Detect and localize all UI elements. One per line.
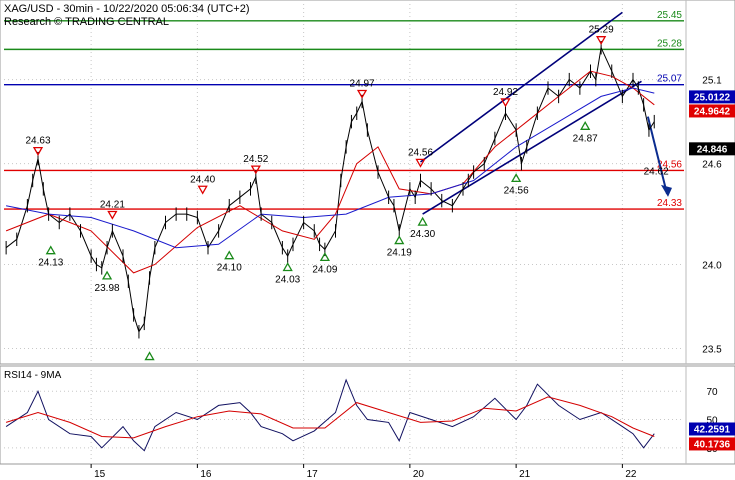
price-tag-2: 24.846 (697, 144, 728, 155)
level-label-4: 24.33 (657, 198, 682, 209)
chart-subtitle: Research © TRADING CENTRAL (4, 16, 169, 28)
rsi-tag-1: 40.1736 (694, 439, 731, 450)
rsi-tag-0: 42.2591 (694, 424, 731, 435)
background (0, 0, 735, 480)
level-label-1: 25.28 (657, 38, 682, 49)
peak-label-5: 24.56 (408, 147, 433, 158)
level-label-0: 25.45 (657, 10, 682, 21)
peak-label-3: 24.52 (243, 154, 268, 165)
trough-label-2: 24.10 (217, 263, 242, 274)
x-tick-label-5: 22 (625, 469, 637, 480)
peak-label-2: 24.40 (190, 174, 215, 185)
trough-label-0: 24.13 (38, 258, 63, 269)
x-tick-label-0: 15 (94, 469, 106, 480)
peak-label-4: 24.97 (350, 78, 375, 89)
peak-label-1: 24.21 (100, 199, 125, 210)
x-tick-label-2: 17 (307, 469, 319, 480)
trough-label-6: 24.19 (387, 248, 412, 259)
level-label-2: 25.07 (657, 74, 682, 85)
x-tick-label-1: 16 (200, 469, 212, 480)
price-tick-1: 24.0 (702, 261, 722, 272)
chart-canvas: 25.45 25.28 25.07 24.56 24.33 24.62 24.63 24.… (0, 0, 735, 480)
trough-label-1: 23.98 (95, 283, 120, 294)
x-tick-label-4: 21 (519, 469, 531, 480)
price-tag-0: 25.0122 (694, 92, 731, 103)
peak-label-6: 24.92 (493, 87, 518, 98)
price-tick-2: 24.6 (702, 160, 722, 171)
trough-label-4: 24.09 (312, 264, 337, 275)
forecast-label: 24.62 (644, 166, 669, 177)
chart-title: XAG/USD - 30min - 10/22/2020 05:06:34 (U… (4, 3, 249, 15)
peak-label-0: 24.63 (25, 136, 50, 147)
price-tick-3: 25.1 (702, 76, 722, 87)
trough-label-7: 24.30 (410, 229, 435, 240)
rsi-title: RSI14 - 9MA (4, 370, 62, 381)
price-tick-0: 23.5 (702, 345, 722, 356)
rsi-tick-2: 70 (706, 387, 718, 398)
trough-label-9: 24.87 (573, 133, 598, 144)
peak-label-7: 25.29 (589, 25, 614, 36)
x-tick-label-3: 20 (413, 469, 425, 480)
trough-label-8: 24.56 (504, 185, 529, 196)
price-tag-1: 24.9642 (694, 106, 731, 117)
trough-label-3: 24.03 (275, 274, 300, 285)
